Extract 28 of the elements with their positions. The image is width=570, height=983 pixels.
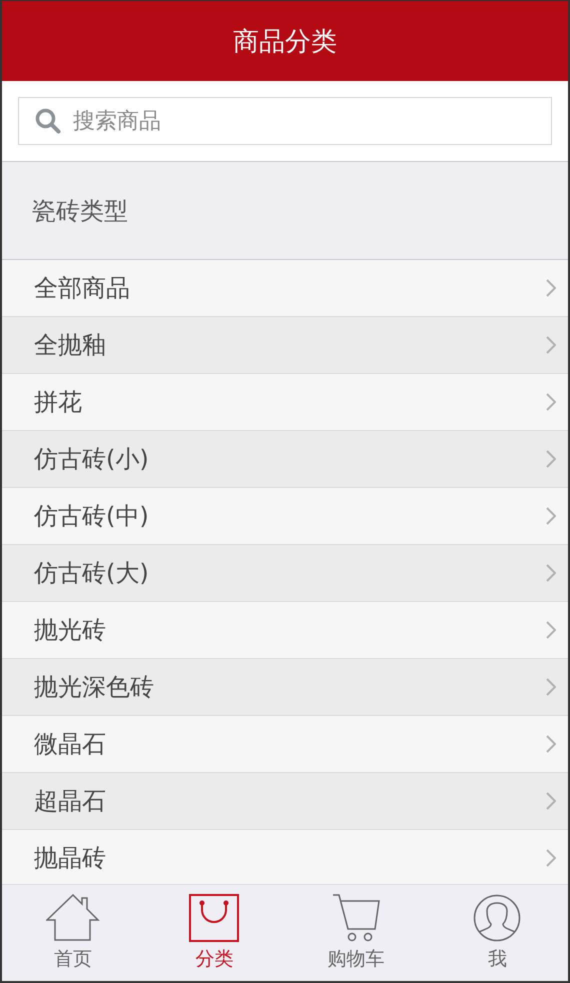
page-title: 商品分类 — [233, 26, 337, 58]
search-icon — [35, 108, 61, 134]
search-bar[interactable]: 搜索商品 — [18, 97, 552, 145]
chevron-right-icon — [546, 393, 556, 411]
chevron-right-icon — [546, 792, 556, 810]
tab-item[interactable]: 购物车 — [285, 885, 426, 981]
chevron-right-icon — [546, 279, 556, 297]
chevron-right-icon — [546, 336, 556, 354]
chevron-right-icon — [546, 507, 556, 525]
tab-item[interactable]: 首页 — [2, 885, 144, 981]
chevron-right-icon — [546, 564, 556, 582]
category-item[interactable]: 抛光深色砖 — [2, 659, 568, 716]
tab-item[interactable]: 分类 — [144, 885, 285, 981]
category-item[interactable]: 超晶石 — [2, 773, 568, 830]
chevron-right-icon — [546, 849, 556, 867]
shopping-cart-icon — [332, 894, 380, 942]
shopping-bag-icon — [189, 894, 240, 942]
home-icon — [46, 894, 100, 942]
section-title: 瓷砖类型 — [32, 196, 128, 226]
category-item[interactable]: 全抛釉 — [2, 317, 568, 374]
tab-item[interactable]: 我 — [426, 885, 568, 981]
category-item[interactable]: 仿古砖(大) — [2, 545, 568, 602]
chevron-right-icon — [546, 678, 556, 696]
chevron-right-icon — [546, 735, 556, 753]
category-item[interactable]: 仿古砖(小) — [2, 431, 568, 488]
chevron-right-icon — [546, 621, 556, 639]
chevron-right-icon — [546, 450, 556, 468]
user-icon — [473, 894, 522, 942]
